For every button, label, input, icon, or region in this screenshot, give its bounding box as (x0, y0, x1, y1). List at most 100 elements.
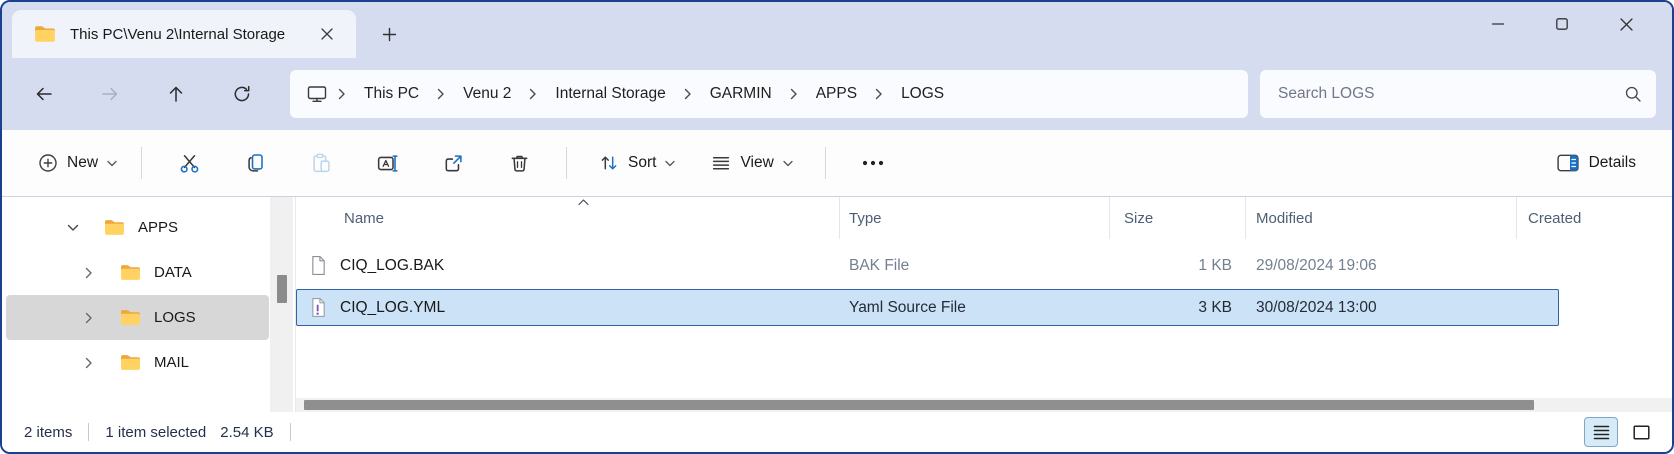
cut-button[interactable] (167, 143, 211, 183)
breadcrumb-chevron-icon (780, 88, 808, 100)
window-controls (1466, 2, 1658, 46)
file-name: CIQ_LOG.YML (340, 299, 445, 317)
column-headers: Name Type Size Modified Created (296, 197, 1672, 239)
back-button[interactable] (24, 74, 64, 114)
new-button-label: New (67, 154, 98, 172)
toolbar-separator (141, 147, 142, 179)
toolbar-separator (825, 147, 826, 179)
file-rows: CIQ_LOG.BAK BAK File 1 KB 29/08/2024 19:… (296, 247, 1672, 326)
column-header-type[interactable]: Type (839, 197, 1109, 239)
search-input[interactable] (1276, 84, 1624, 104)
folder-icon (34, 25, 56, 43)
horizontal-scrollbar-thumb[interactable] (304, 400, 1534, 410)
selection-size: 2.54 KB (220, 424, 273, 441)
this-pc-icon (306, 84, 328, 104)
view-button-label: View (740, 154, 773, 172)
status-separator (290, 423, 291, 441)
column-header-size[interactable]: Size (1109, 197, 1245, 239)
plus-circle-icon (38, 153, 58, 173)
folder-icon (120, 264, 141, 281)
sort-button[interactable]: Sort (587, 145, 687, 181)
delete-button[interactable] (497, 143, 541, 183)
tab-close-icon[interactable] (312, 19, 342, 49)
new-tab-button[interactable] (372, 17, 406, 51)
chevron-down-icon (107, 160, 117, 167)
sidebar-item-logs[interactable]: LOGS (6, 295, 269, 340)
new-button[interactable]: New (28, 145, 127, 181)
file-row-ciq-log-bak[interactable]: CIQ_LOG.BAK BAK File 1 KB 29/08/2024 19:… (296, 247, 1559, 284)
view-lines-icon (711, 153, 731, 173)
file-row-ciq-log-yml[interactable]: CIQ_LOG.YML Yaml Source File 3 KB 30/08/… (296, 289, 1559, 326)
sidebar-item-apps[interactable]: APPS (6, 205, 269, 250)
breadcrumb-item-garmin[interactable]: GARMIN (702, 79, 780, 109)
refresh-button[interactable] (222, 74, 262, 114)
up-button[interactable] (156, 74, 196, 114)
folder-icon (120, 309, 141, 326)
sidebar-item-label: DATA (154, 264, 192, 281)
toolbar-separator (566, 147, 567, 179)
breadcrumb-item-this-pc[interactable]: This PC (356, 79, 427, 109)
chevron-right-icon[interactable] (82, 267, 95, 279)
generic-file-icon (310, 255, 327, 276)
close-button[interactable] (1594, 2, 1658, 46)
address-bar[interactable]: This PC Venu 2 Internal Storage GARMIN A… (290, 70, 1248, 118)
breadcrumb-chevron-icon (674, 88, 702, 100)
breadcrumb-chevron-icon (865, 88, 893, 100)
more-options-button[interactable] (851, 143, 895, 183)
navigation-pane: APPS DATA LOGS (2, 197, 296, 412)
column-header-modified[interactable]: Modified (1245, 197, 1516, 239)
maximize-button[interactable] (1530, 2, 1594, 46)
sort-button-label: Sort (628, 154, 656, 172)
details-pane-button[interactable]: Details (1547, 146, 1646, 180)
sort-ascending-icon (577, 198, 590, 206)
view-toggles (1584, 417, 1658, 447)
status-separator (88, 423, 89, 441)
horizontal-scrollbar[interactable] (296, 398, 1672, 412)
tab-title: This PC\Venu 2\Internal Storage (70, 26, 308, 43)
column-header-name[interactable]: Name (296, 197, 839, 239)
command-toolbar: New (2, 130, 1672, 197)
file-explorer-window: This PC\Venu 2\Internal Storage (0, 0, 1674, 454)
forward-button[interactable] (90, 74, 130, 114)
chevron-right-icon[interactable] (82, 357, 95, 369)
explorer-body: APPS DATA LOGS (2, 197, 1672, 412)
sidebar-item-mail[interactable]: MAIL (6, 340, 269, 385)
sidebar-scrollbar-thumb[interactable] (277, 275, 287, 303)
search-icon[interactable] (1624, 85, 1642, 103)
chevron-down-icon[interactable] (66, 224, 79, 232)
breadcrumb-chevron-icon (328, 88, 356, 100)
breadcrumb-item-apps[interactable]: APPS (808, 79, 865, 109)
details-pane-label: Details (1589, 154, 1636, 172)
search-box (1260, 70, 1656, 118)
breadcrumb-item-logs[interactable]: LOGS (893, 79, 952, 109)
sidebar-item-data[interactable]: DATA (6, 250, 269, 295)
details-pane-icon (1557, 154, 1579, 172)
share-button[interactable] (431, 143, 475, 183)
chevron-down-icon (783, 160, 793, 167)
rename-button[interactable] (365, 143, 409, 183)
file-name: CIQ_LOG.BAK (340, 257, 444, 275)
sidebar-item-label: MAIL (154, 354, 189, 371)
chevron-right-icon[interactable] (82, 312, 95, 324)
column-header-created[interactable]: Created (1516, 197, 1672, 239)
view-button[interactable]: View (699, 145, 804, 181)
breadcrumb-item-internal-storage[interactable]: Internal Storage (547, 79, 673, 109)
file-modified: 29/08/2024 19:06 (1246, 257, 1517, 275)
breadcrumb-item-venu-2[interactable]: Venu 2 (455, 79, 519, 109)
navigation-bar: This PC Venu 2 Internal Storage GARMIN A… (2, 58, 1672, 130)
large-icons-view-toggle[interactable] (1624, 417, 1658, 447)
paste-button[interactable] (299, 143, 343, 183)
copy-button[interactable] (233, 143, 277, 183)
yml-file-icon (310, 297, 327, 318)
sort-icon (599, 153, 619, 173)
file-list: Name Type Size Modified Created CIQ_LOG.… (296, 197, 1672, 412)
explorer-tab[interactable]: This PC\Venu 2\Internal Storage (12, 10, 356, 58)
details-view-toggle[interactable] (1584, 417, 1618, 447)
title-bar: This PC\Venu 2\Internal Storage (2, 2, 1672, 58)
chevron-down-icon (665, 160, 675, 167)
breadcrumb-chevron-icon (427, 88, 455, 100)
sidebar-scrollbar[interactable] (270, 197, 293, 412)
minimize-button[interactable] (1466, 2, 1530, 46)
sidebar-item-label: APPS (138, 219, 178, 236)
selection-count: 1 item selected (105, 424, 206, 441)
